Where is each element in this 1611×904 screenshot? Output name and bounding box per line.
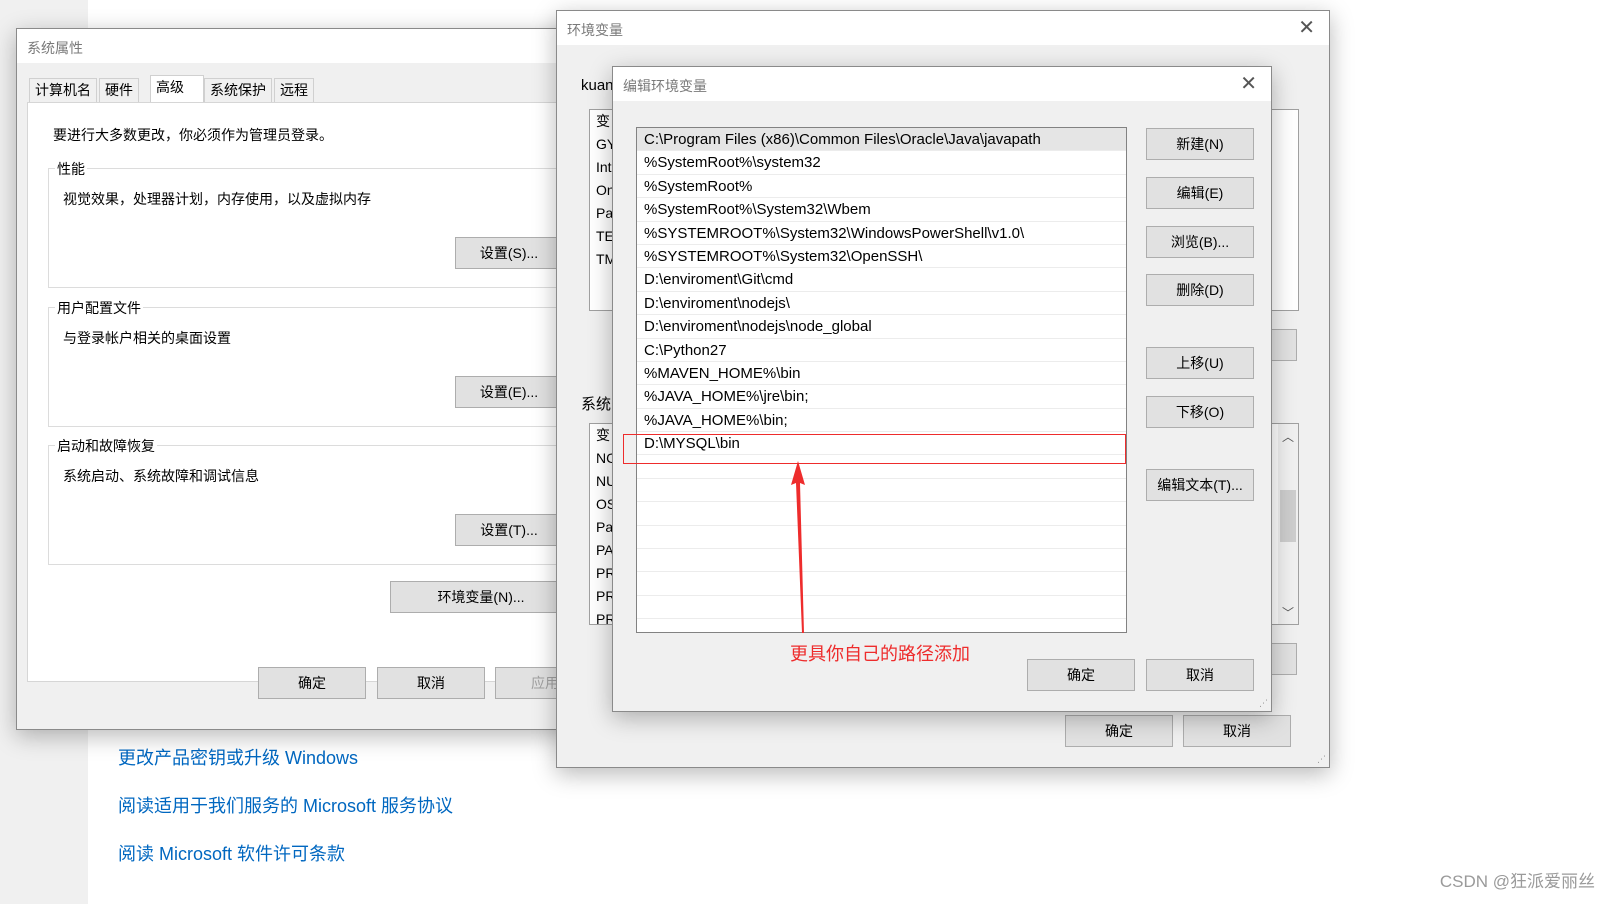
close-icon[interactable]: ✕ — [1240, 73, 1257, 95]
cancel-button[interactable]: 取消 — [1146, 659, 1254, 691]
scrollbar[interactable]: ︿ ﹀ — [1278, 424, 1298, 624]
window-title: 环境变量 — [567, 22, 623, 38]
cancel-button[interactable]: 取消 — [377, 667, 485, 699]
tab-advanced[interactable]: 高级 — [150, 75, 204, 103]
tab-remote[interactable]: 远程 — [274, 78, 314, 102]
resize-grip-icon[interactable]: ⋰ — [1317, 754, 1326, 765]
list-item[interactable] — [637, 549, 1126, 573]
window-title: 编辑环境变量 — [623, 78, 707, 94]
performance-settings-button[interactable]: 设置(S)... — [455, 237, 563, 269]
admin-note: 要进行大多数更改，你必须作为管理员登录。 — [53, 127, 333, 143]
scrollbar-thumb[interactable] — [1280, 490, 1296, 542]
title-bar: 环境变量 ✕ — [557, 11, 1329, 45]
list-item[interactable] — [637, 596, 1126, 620]
list-item[interactable] — [637, 572, 1126, 596]
chevron-down-icon[interactable]: ﹀ — [1282, 602, 1294, 624]
list-item[interactable] — [637, 502, 1126, 526]
move-down-button[interactable]: 下移(O) — [1146, 396, 1254, 428]
path-list[interactable]: C:\Program Files (x86)\Common Files\Orac… — [636, 127, 1127, 633]
highlight-box — [623, 434, 1126, 464]
chevron-up-icon[interactable]: ︿ — [1282, 426, 1294, 449]
system-vars-label: 系统 — [581, 396, 612, 413]
list-item[interactable]: %SystemRoot%\System32\Wbem — [637, 198, 1126, 222]
annotation-arrow — [791, 461, 805, 633]
list-item[interactable] — [637, 619, 1126, 632]
list-item[interactable]: %SystemRoot%\system32 — [637, 151, 1126, 175]
user-profiles-group: 用户配置文件 与登录帐户相关的桌面设置 设置(E)... — [48, 298, 608, 427]
tab-computer-name[interactable]: 计算机名 — [29, 78, 97, 102]
link-service-agreement[interactable]: 阅读适用于我们服务的 Microsoft 服务协议 — [118, 792, 453, 818]
list-item[interactable]: %SYSTEMROOT%\System32\OpenSSH\ — [637, 245, 1126, 269]
tab-panel: 要进行大多数更改，你必须作为管理员登录。 性能 视觉效果，处理器计划，内存使用，… — [27, 102, 608, 682]
startup-recovery-group: 启动和故障恢复 系统启动、系统故障和调试信息 设置(T)... — [48, 436, 608, 565]
resize-grip-icon[interactable]: ⋰ — [1259, 698, 1268, 709]
list-item[interactable]: %MAVEN_HOME%\bin — [637, 362, 1126, 386]
watermark: CSDN @狂派爱丽丝 — [1439, 872, 1595, 891]
list-item[interactable]: D:\enviroment\nodejs\node_global — [637, 315, 1126, 339]
group-description: 视觉效果，处理器计划，内存使用，以及虚拟内存 — [63, 191, 371, 207]
list-item[interactable]: C:\Program Files (x86)\Common Files\Orac… — [637, 128, 1126, 152]
list-item[interactable]: %SYSTEMROOT%\System32\WindowsPowerShell\… — [637, 222, 1126, 245]
environment-variables-button[interactable]: 环境变量(N)... — [390, 581, 572, 613]
list-item[interactable]: D:\enviroment\Git\cmd — [637, 268, 1126, 292]
browse-button[interactable]: 浏览(B)... — [1146, 226, 1254, 258]
list-item[interactable]: %JAVA_HOME%\bin; — [637, 409, 1126, 433]
title-bar: 系统属性 — [17, 29, 595, 63]
window-title: 系统属性 — [27, 40, 83, 56]
ok-button[interactable]: 确定 — [1065, 715, 1173, 747]
list-item[interactable] — [637, 479, 1126, 503]
edit-environment-variable-dialog: 编辑环境变量 ✕ C:\Program Files (x86)\Common F… — [612, 66, 1272, 712]
user-vars-label: kuan — [581, 77, 614, 94]
close-icon[interactable]: ✕ — [1298, 17, 1315, 39]
performance-group: 性能 视觉效果，处理器计划，内存使用，以及虚拟内存 设置(S)... — [48, 159, 608, 288]
list-item[interactable]: D:\enviroment\nodejs\ — [637, 292, 1126, 316]
list-item[interactable] — [637, 526, 1126, 550]
move-up-button[interactable]: 上移(U) — [1146, 347, 1254, 379]
tab-hardware[interactable]: 硬件 — [99, 78, 139, 102]
user-profiles-settings-button[interactable]: 设置(E)... — [455, 376, 563, 408]
group-label: 用户配置文件 — [55, 298, 143, 318]
group-label: 性能 — [55, 159, 87, 179]
edit-text-button[interactable]: 编辑文本(T)... — [1146, 469, 1254, 501]
delete-button[interactable]: 删除(D) — [1146, 274, 1254, 306]
list-item[interactable]: C:\Python27 — [637, 339, 1126, 362]
ok-button[interactable]: 确定 — [258, 667, 366, 699]
edit-button[interactable]: 编辑(E) — [1146, 177, 1254, 209]
group-description: 系统启动、系统故障和调试信息 — [63, 468, 259, 484]
new-button[interactable]: 新建(N) — [1146, 128, 1254, 160]
link-change-product-key[interactable]: 更改产品密钥或升级 Windows — [118, 744, 358, 770]
tab-system-protection[interactable]: 系统保护 — [204, 78, 272, 102]
startup-settings-button[interactable]: 设置(T)... — [455, 514, 563, 546]
list-item[interactable]: %SystemRoot% — [637, 175, 1126, 199]
group-description: 与登录帐户相关的桌面设置 — [63, 330, 231, 346]
title-bar: 编辑环境变量 ✕ — [613, 67, 1271, 101]
system-properties-window: 系统属性 计算机名 硬件 高级 系统保护 远程 要进行大多数更改，你必须作为管理… — [16, 28, 608, 730]
ok-button[interactable]: 确定 — [1027, 659, 1135, 691]
list-item[interactable]: %JAVA_HOME%\jre\bin; — [637, 385, 1126, 409]
annotation-text: 更具你自己的路径添加 — [790, 644, 970, 664]
group-label: 启动和故障恢复 — [55, 436, 157, 456]
link-license-terms[interactable]: 阅读 Microsoft 软件许可条款 — [118, 840, 345, 866]
cancel-button[interactable]: 取消 — [1183, 715, 1291, 747]
